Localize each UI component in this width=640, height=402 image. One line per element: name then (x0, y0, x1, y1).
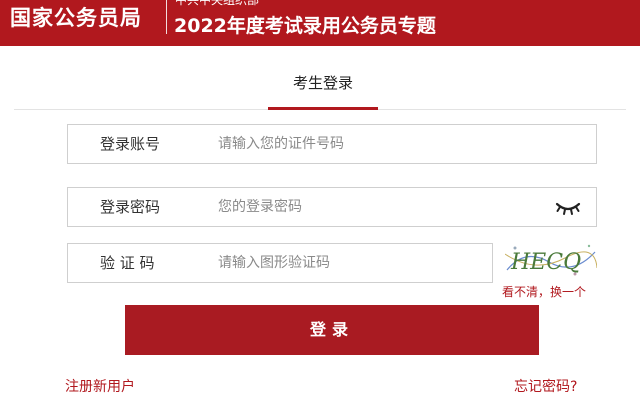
captcha-field: 验 证 码 (67, 243, 493, 283)
captcha-refresh-link[interactable]: 看不清，换一个 (502, 283, 586, 300)
register-link[interactable]: 注册新用户 (65, 376, 135, 396)
captcha-input[interactable] (218, 244, 468, 282)
tab-candidate-login[interactable]: 考生登录 (268, 72, 378, 93)
password-field: 登录密码 (67, 187, 597, 227)
password-input[interactable] (218, 188, 518, 226)
account-label: 登录账号 (100, 135, 161, 153)
password-label: 登录密码 (100, 198, 161, 216)
account-field: 登录账号 (67, 124, 597, 164)
forgot-password-link[interactable]: 忘记密码? (514, 376, 577, 396)
captcha-text: HECQ (510, 250, 581, 275)
header-banner: 国家公务员局 中共中央组织部 2022年度考试录用公务员专题 (0, 0, 640, 46)
sub-org-text: 中共中央组织部 (175, 0, 260, 7)
login-button[interactable]: 登录 (125, 305, 539, 355)
special-title: 2022年度考试录用公务员专题 (174, 15, 436, 37)
captcha-image[interactable]: HECQ (505, 240, 597, 280)
site-brand: 国家公务员局 (10, 6, 142, 30)
eye-closed-icon[interactable] (554, 198, 582, 216)
tab-active-indicator (268, 107, 378, 110)
login-page: 国家公务员局 中共中央组织部 2022年度考试录用公务员专题 考生登录 登录账号… (0, 0, 640, 402)
header-divider (166, 0, 167, 34)
account-input[interactable] (218, 125, 578, 163)
captcha-label: 验 证 码 (100, 254, 155, 272)
